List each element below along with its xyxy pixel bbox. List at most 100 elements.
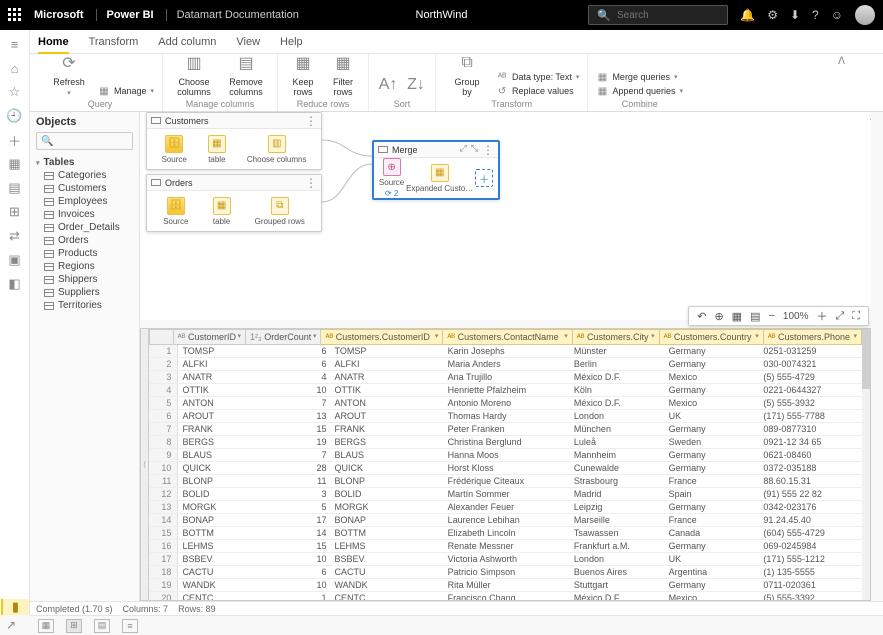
column-menu-icon[interactable]: ▾: [238, 332, 242, 340]
query-node-merge[interactable]: Merge ⤢ ⤡ ⋮ ⊕Source⟳ 2 ▦Expanded Custo… …: [372, 140, 500, 200]
tree-item[interactable]: Territories: [36, 299, 133, 312]
favorites-icon[interactable]: ☆: [7, 84, 23, 100]
column-header[interactable]: ᴬᴮ Customers.City▾: [572, 330, 659, 345]
table-row[interactable]: 1TOMSP6TOMSPKarin JosephsMünsterGermany0…: [149, 345, 862, 358]
table-row[interactable]: 5ANTON7ANTONAntonio MorenoMéxico D.F.Mex…: [149, 397, 862, 410]
step-source[interactable]: ⊕Source⟳ 2: [379, 158, 404, 198]
tree-item[interactable]: Products: [36, 247, 133, 260]
diagram-canvas[interactable]: Customers⋮ 🗄Source ▦table ▥Choose column…: [140, 112, 871, 320]
table-row[interactable]: 2ALFKI6ALFKIMaria AndersBerlinGermany030…: [149, 358, 862, 371]
sort-asc-button[interactable]: A↑: [377, 73, 399, 97]
grid-icon[interactable]: ▦: [732, 310, 742, 323]
deployment-icon[interactable]: ⇄: [7, 228, 23, 244]
column-header[interactable]: ᴬᴮ Customers.ContactName▾: [443, 330, 572, 345]
table-row[interactable]: 20CENTC1CENTCFrancisco ChangMéxico D.F.M…: [149, 592, 862, 601]
step-table[interactable]: ▦table: [208, 135, 226, 164]
tree-parent-tables[interactable]: ▾Tables: [36, 156, 133, 169]
recent-icon[interactable]: 🕘: [7, 108, 23, 124]
tree-item[interactable]: Customers: [36, 182, 133, 195]
expand-panel-icon[interactable]: ↗: [6, 618, 16, 632]
remove-columns-button[interactable]: ▤Remove columns: [223, 51, 269, 97]
expand-icon[interactable]: ⤢: [460, 143, 467, 157]
search-input[interactable]: [617, 10, 717, 21]
apps-icon[interactable]: ⊞: [7, 204, 23, 220]
column-menu-icon[interactable]: ▾: [755, 332, 759, 340]
column-menu-icon[interactable]: ▾: [651, 332, 655, 340]
zoom-out-icon[interactable]: −: [768, 310, 774, 322]
table-row[interactable]: 9BLAUS7BLAUSHanna MoosMannheimGermany062…: [149, 449, 862, 462]
column-header[interactable]: 1²₃ OrderCount▾: [246, 330, 321, 345]
help-icon[interactable]: ?: [812, 8, 819, 22]
table-row[interactable]: 14BONAP17BONAPLaurence LebihanMarseilleF…: [149, 514, 862, 527]
keep-rows-button[interactable]: ▦Keep rows: [286, 51, 320, 97]
sort-desc-button[interactable]: Z↓: [405, 73, 427, 97]
table-row[interactable]: 8BERGS19BERGSChristina BerglundLuleåSwed…: [149, 436, 862, 449]
view-schema-icon[interactable]: ▤: [94, 619, 110, 633]
table-row[interactable]: 19WANDK10WANDKRita MüllerStuttgartGerman…: [149, 579, 862, 592]
table-row[interactable]: 13MORGK5MORGKAlexander FeuerLeipzigGerma…: [149, 501, 862, 514]
refresh-button[interactable]: ⟳ Refresh ▾: [46, 51, 92, 97]
view-list-icon[interactable]: ≡: [122, 619, 138, 633]
tab-help[interactable]: Help: [280, 30, 303, 54]
tab-add-column[interactable]: Add column: [158, 30, 216, 54]
step-source[interactable]: 🗄Source: [162, 135, 187, 164]
step-choose-columns[interactable]: ▥Choose columns: [247, 135, 307, 164]
replace-values-button[interactable]: ↺Replace values: [496, 85, 579, 97]
append-queries-button[interactable]: ▦Append queries▾: [596, 85, 683, 97]
column-header[interactable]: ᴬᴮ Customers.Phone▾: [763, 330, 861, 345]
filter-rows-button[interactable]: ▦Filter rows: [326, 51, 360, 97]
step-grouped-rows[interactable]: ⧉Grouped rows: [255, 197, 305, 226]
settings-icon[interactable]: ⚙: [767, 8, 778, 22]
step-add[interactable]: ＋: [475, 169, 493, 187]
hamburger-icon[interactable]: ≡: [7, 36, 23, 52]
more-icon[interactable]: ⋮: [482, 143, 494, 157]
current-workspace-icon[interactable]: ▮: [1, 599, 29, 615]
step-table[interactable]: ▦table: [213, 197, 231, 226]
metrics-icon[interactable]: ▤: [7, 180, 23, 196]
table-row[interactable]: 11BLONP11BLONPFrédérique CiteauxStrasbou…: [149, 475, 862, 488]
tree-item[interactable]: Orders: [36, 234, 133, 247]
table-row[interactable]: 18CACTU6CACTUPatricio SimpsonBuenos Aire…: [149, 566, 862, 579]
table-row[interactable]: 15BOTTM14BOTTMElizabeth LincolnTsawassen…: [149, 527, 862, 540]
tree-item[interactable]: Employees: [36, 195, 133, 208]
column-header[interactable]: ᴬᴮ Customers.Country▾: [659, 330, 763, 345]
undo-icon[interactable]: ↶: [697, 310, 706, 323]
vertical-scrollbar[interactable]: [862, 329, 870, 600]
view-diagram-icon[interactable]: ⊞: [66, 619, 82, 633]
workspaces-icon[interactable]: ◧: [7, 276, 23, 292]
column-resize-handle[interactable]: ⟨: [141, 329, 149, 600]
query-node-orders[interactable]: Orders⋮ 🗄Source ▦table ⧉Grouped rows: [146, 174, 322, 232]
view-data-icon[interactable]: ▦: [38, 619, 54, 633]
merge-queries-button[interactable]: ▦Merge queries▾: [596, 71, 683, 83]
column-menu-icon[interactable]: ▾: [564, 332, 568, 340]
more-icon[interactable]: ⋮: [305, 176, 317, 190]
group-by-button[interactable]: ⧉Group by: [444, 51, 490, 97]
fullscreen-icon[interactable]: ⛶: [852, 310, 860, 323]
table-row[interactable]: 4OTTIK10OTTIKHenriette PfalzheimKölnGerm…: [149, 384, 862, 397]
table-row[interactable]: 7FRANK15FRANKPeter FrankenMünchenGermany…: [149, 423, 862, 436]
choose-columns-button[interactable]: ▥Choose columns: [171, 51, 217, 97]
column-menu-icon[interactable]: ▾: [313, 332, 317, 340]
layout-icon[interactable]: ▤: [750, 310, 760, 323]
tree-item[interactable]: Regions: [36, 260, 133, 273]
collapse-ribbon-icon[interactable]: ᐱ: [838, 56, 845, 67]
table-row[interactable]: 10QUICK28QUICKHorst KlossCunewaldeGerman…: [149, 462, 862, 475]
table-row[interactable]: 17BSBEV10BSBEVVictoria AshworthLondonUK(…: [149, 553, 862, 566]
column-menu-icon[interactable]: ▾: [853, 332, 857, 340]
tree-item[interactable]: Categories: [36, 169, 133, 182]
scrollbar-thumb[interactable]: [862, 329, 870, 389]
zoom-in-icon[interactable]: ＋: [816, 308, 827, 324]
datasets-icon[interactable]: ▦: [7, 156, 23, 172]
tree-item[interactable]: Invoices: [36, 208, 133, 221]
step-source[interactable]: 🗄Source: [163, 197, 188, 226]
manage-button[interactable]: ▦ Manage ▾: [98, 85, 154, 97]
create-icon[interactable]: ＋: [7, 132, 23, 148]
tab-view[interactable]: View: [236, 30, 260, 54]
scroll-up-icon[interactable]: ᐱ: [870, 112, 871, 123]
user-avatar[interactable]: [855, 5, 875, 25]
table-row[interactable]: 3ANATR4ANATRAna TrujilloMéxico D.F.Mexic…: [149, 371, 862, 384]
tab-transform[interactable]: Transform: [89, 30, 139, 54]
tree-item[interactable]: Shippers: [36, 273, 133, 286]
table-row[interactable]: 6AROUT13AROUTThomas HardyLondonUK(171) 5…: [149, 410, 862, 423]
learn-icon[interactable]: ▣: [7, 252, 23, 268]
